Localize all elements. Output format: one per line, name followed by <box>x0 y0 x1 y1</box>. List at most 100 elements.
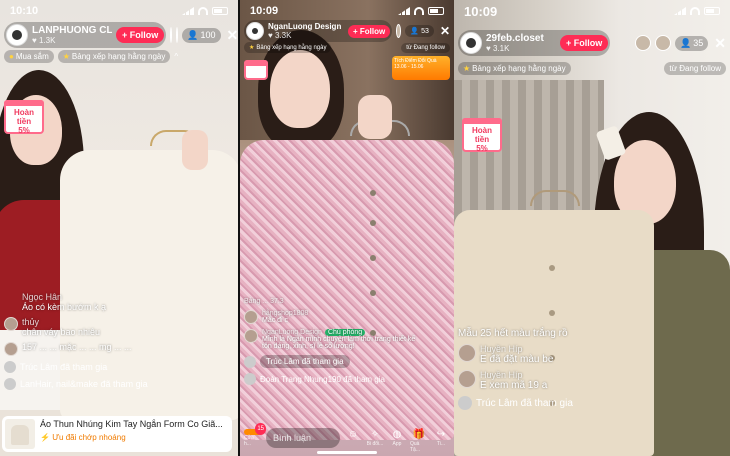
person-icon: 👤 <box>410 28 420 35</box>
chip-label: Mua sắm <box>15 52 49 61</box>
viewer-count-value: 35 <box>693 38 704 48</box>
signal-icon <box>182 7 194 15</box>
status-bar: 10:09 <box>464 4 720 19</box>
chip-label: Bảng xếp hạng hằng ngày <box>472 64 566 73</box>
host-info[interactable]: NganLuong Design ♥ 3.3K + Follow <box>244 20 393 42</box>
avatar[interactable] <box>6 24 28 46</box>
status-time: 10:10 <box>10 5 39 17</box>
viewer-count[interactable]: 👤 35 <box>675 35 709 51</box>
chip-label: Bảng xếp hạng hằng ngày <box>256 44 327 51</box>
viewer-avatar[interactable] <box>655 35 672 51</box>
person-icon: 👤 <box>680 37 692 48</box>
comment-text: 157 ... ... mặc ... ... mg ... ... <box>22 342 132 352</box>
comment-list: Mẫu 25 hết màu trắng rồ Huyền Híp E đã đặ… <box>458 328 638 410</box>
chip-label: Bảng xếp hạng hằng ngày <box>71 52 166 61</box>
chip-row: ★ Bảng xếp hạng hằng ngày từ Đang follow <box>458 62 726 75</box>
avatar <box>244 310 258 324</box>
host-likes: ♥ 3.3K <box>268 31 292 40</box>
app-button[interactable]: ◍ App <box>388 429 406 447</box>
viewer-count[interactable]: 👤 100 <box>182 27 221 43</box>
viewer-avatar[interactable] <box>170 27 173 43</box>
comment-list: Bảng ... 37.3 hằngshop1808 Mắc đi c NganL… <box>244 298 419 385</box>
host-info[interactable]: 29feb.closet ♥ 3.1K + Follow <box>458 30 611 56</box>
garment-button <box>370 220 376 226</box>
gift-icon: 🎁 <box>412 429 426 440</box>
battery-icon <box>704 7 720 15</box>
product-thumbnail <box>5 419 35 449</box>
effects-button[interactable]: ✧ Bi đổi... <box>366 429 384 447</box>
wifi-icon <box>414 7 424 15</box>
viewer-count[interactable]: 👤 53 <box>405 25 434 37</box>
gift-button[interactable]: 🎁 Quà Tặ... <box>410 429 428 453</box>
chevron-up-icon[interactable]: ^ <box>174 52 178 61</box>
following-chip[interactable]: từ Đang follow <box>401 42 450 53</box>
join-notice: LanHair, nail&make đã tham gia <box>4 378 164 390</box>
close-icon[interactable]: ✕ <box>227 27 238 44</box>
cashback-badge[interactable]: Hoàn tiền 5% <box>4 100 44 135</box>
signal-icon <box>398 7 410 15</box>
comment-text: Mắc đi c <box>262 317 289 324</box>
follow-button[interactable]: + Follow <box>348 24 391 38</box>
comment-input[interactable]: Bình luận <box>266 428 340 448</box>
join-text: LanHair, nail&make đã tham gia <box>20 379 148 389</box>
cashback-label: Hoàn tiền <box>14 108 34 126</box>
ranking-chip[interactable]: ★ Bảng xếp hạng hằng ngày <box>458 62 571 75</box>
shop-button[interactable]: 15 Cửa h... <box>244 423 266 447</box>
avatar[interactable] <box>246 22 264 40</box>
viewer-avatar[interactable] <box>176 27 179 43</box>
likes-count: 1.3K <box>38 36 56 45</box>
likes-count: 3.3K <box>274 31 292 40</box>
status-bar: 10:10 <box>10 4 228 18</box>
home-indicator <box>317 451 377 454</box>
viewer-avatar[interactable] <box>635 35 652 51</box>
effects-label: Bi đổi... <box>366 441 384 447</box>
cashback-badge[interactable] <box>244 60 268 80</box>
garment-button <box>549 265 555 271</box>
join-notice: Đoàn Trang Nhung190 đã tham gia <box>244 373 419 385</box>
close-icon[interactable]: ✕ <box>440 24 450 38</box>
comment-author: thủy <box>22 317 40 327</box>
comment-author: Bảng ... 37.3 <box>244 298 284 305</box>
follow-button[interactable]: + Follow <box>116 27 165 43</box>
battery-icon <box>212 7 228 15</box>
comment: NganLuong Design Chủ phòng Mình là Ngân mì… <box>244 329 419 350</box>
join-text: Đoàn Trang Nhung190 đã tham gia <box>260 374 385 384</box>
app-label: App <box>392 441 402 447</box>
star-icon: ★ <box>249 45 255 51</box>
shopping-chip[interactable]: ● Mua sắm <box>4 50 54 63</box>
cashback-badge[interactable]: Hoàn tiền 5% <box>462 118 502 153</box>
event-text: Tích Điểm Đổi Quà 13.06 - 15.06 <box>394 58 437 70</box>
host-hand <box>182 130 208 170</box>
comment-text: chân váy bao nhiêu <box>22 327 101 337</box>
chip-row: ● Mua sắm ★ Bảng xếp hạng hằng ngày ^ <box>4 50 234 63</box>
host-info[interactable]: LANPHUONG CLO... ♥ 1.3K + Follow <box>4 22 167 48</box>
event-banner[interactable]: Tích Điểm Đổi Quà 13.06 - 15.06 <box>392 56 450 80</box>
ranking-chip[interactable]: ★ Bảng xếp hạng hằng ngày <box>244 42 332 53</box>
cashback-value: 5% <box>476 144 488 153</box>
live-header: LANPHUONG CLO... ♥ 1.3K + Follow 👤100 ✕ <box>4 22 238 48</box>
avatar <box>458 344 476 362</box>
following-chip[interactable]: từ Đang follow <box>664 62 726 75</box>
comment-text: Áo có kèm bướm k ạ <box>22 302 106 312</box>
chip-label: từ Đang follow <box>406 44 445 51</box>
join-notice: Trúc Lâm đã tham gia <box>244 355 419 368</box>
avatar <box>4 378 16 390</box>
comment-author: hằngshop1808 <box>262 310 309 317</box>
livestream-panel-2[interactable]: 10:09 NganLuong Design ♥ 3.3K + Follow 👤… <box>240 0 454 456</box>
close-icon[interactable]: ✕ <box>714 35 726 52</box>
follow-button[interactable]: + Follow <box>560 35 609 51</box>
comment: Mẫu 25 hết màu trắng rồ <box>458 328 638 339</box>
share-button[interactable]: ↪ Ti... <box>432 429 450 447</box>
pinned-product-card[interactable]: Áo Thun Nhúng Kim Tay Ngắn Form Co Giã..… <box>2 416 232 452</box>
avatar[interactable] <box>460 32 482 54</box>
comment-text: E đã đặt màu be <box>480 354 554 365</box>
sparkle-icon: ✧ <box>370 429 380 440</box>
comment-list: Ngọc Hân Áo có kèm bướm k ạ thủy chân váy … <box>4 292 164 390</box>
emoji-button[interactable]: ☺ <box>344 429 362 447</box>
share-icon: ↪ <box>436 429 446 440</box>
battery-icon <box>428 7 444 15</box>
viewer-avatar[interactable] <box>396 24 402 38</box>
ranking-chip[interactable]: ★ Bảng xếp hạng hằng ngày <box>57 50 171 63</box>
livestream-panel-3[interactable]: 10:09 29feb.closet ♥ 3.1K + Follow 👤 35 ✕… <box>454 0 730 456</box>
livestream-panel-1[interactable]: 10:10 LANPHUONG CLO... ♥ 1.3K + Follow 👤… <box>0 0 238 456</box>
